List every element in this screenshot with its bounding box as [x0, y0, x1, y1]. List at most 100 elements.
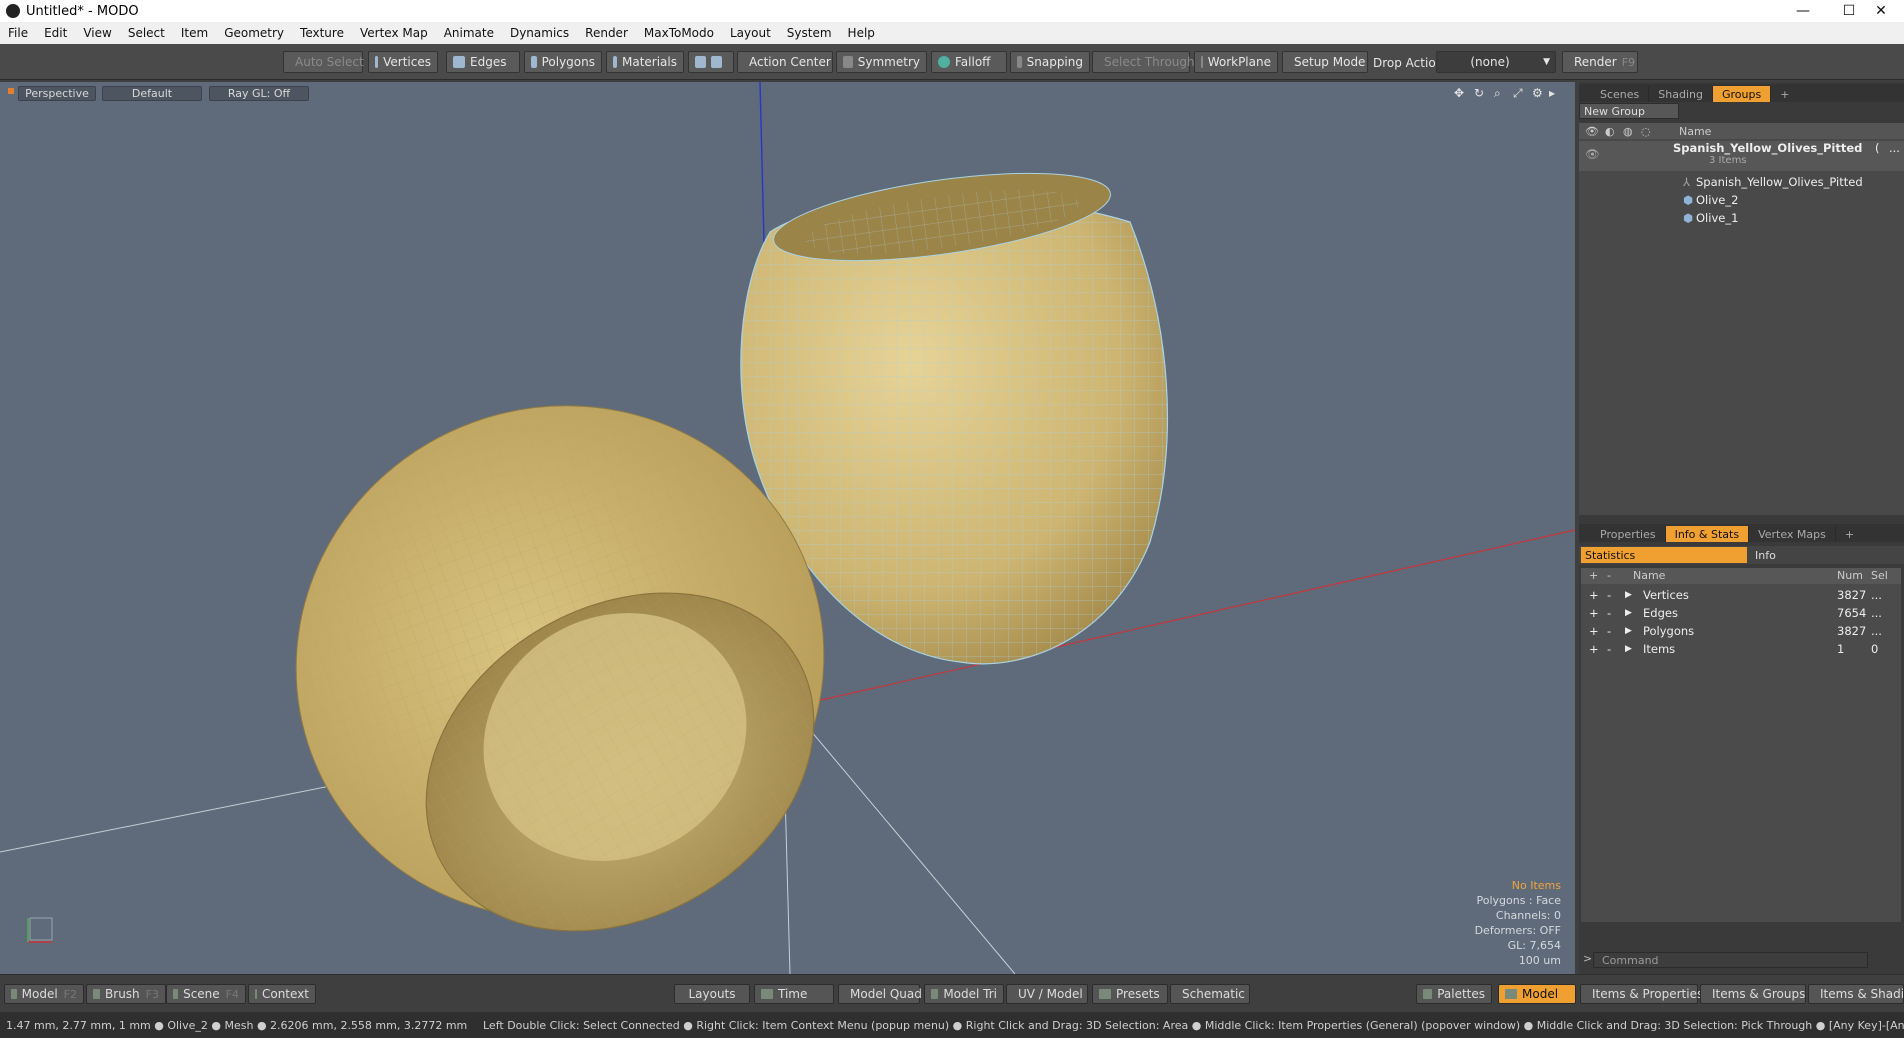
stats-row-polygons[interactable]: + - ▶ Polygons 3827 ...	[1581, 622, 1901, 640]
ground-line-diagonal	[794, 711, 1016, 974]
menu-system[interactable]: System	[779, 26, 840, 40]
snapping-button[interactable]: Snapping	[1010, 51, 1090, 73]
menu-layout[interactable]: Layout	[722, 26, 779, 40]
expand-arrow-icon[interactable]: ▶	[1625, 626, 1632, 636]
polygons-button[interactable]: Polygons	[524, 51, 602, 73]
menu-animate[interactable]: Animate	[436, 26, 502, 40]
tab-groups[interactable]: Groups	[1712, 86, 1772, 102]
shading-style-button[interactable]: Default	[102, 86, 202, 101]
viewport-menu-icon[interactable]	[8, 88, 14, 94]
z-axis-line	[759, 82, 765, 243]
tab-properties[interactable]: Properties	[1591, 526, 1666, 542]
menu-texture[interactable]: Texture	[292, 26, 352, 40]
command-input[interactable]: Command	[1593, 952, 1868, 968]
menu-item[interactable]: Item	[173, 26, 216, 40]
visibility-eye-icon[interactable]: 👁	[1585, 147, 1600, 161]
gear-icon[interactable]: ⚙	[1532, 86, 1543, 100]
status-hints: Left Double Click: Select Connected ● Ri…	[483, 1018, 1904, 1032]
group-child-row[interactable]: ⬢ Olive_1	[1579, 209, 1904, 227]
vertices-button[interactable]: Vertices	[368, 51, 438, 73]
symmetry-button[interactable]: Symmetry	[836, 51, 927, 73]
tab-info[interactable]: Info	[1751, 547, 1776, 563]
rotate-icon[interactable]: ↻	[1474, 86, 1484, 100]
menu-view[interactable]: View	[75, 26, 119, 40]
scene-mode-button[interactable]: Scene F4	[166, 984, 246, 1004]
drop-action-label: Drop Action	[1373, 56, 1444, 70]
symmetry-icon	[843, 56, 853, 68]
expand-arrow-icon[interactable]: ▶	[1625, 608, 1632, 618]
pan-icon[interactable]: ✥	[1454, 86, 1464, 100]
setup-mode-button[interactable]: Setup Mode	[1282, 51, 1368, 73]
chevron-down-icon: ▼	[1543, 57, 1550, 67]
auto-select-button[interactable]: Auto Select	[283, 51, 364, 73]
selection-sets-button[interactable]	[688, 51, 734, 73]
items-properties-button[interactable]: Items & Properties	[1580, 984, 1703, 1004]
presets-button[interactable]: Presets	[1092, 984, 1168, 1004]
expand-arrow-icon[interactable]: ▶	[1625, 590, 1632, 600]
stats-row-vertices[interactable]: + - ▶ Vertices 3827 ...	[1581, 586, 1901, 604]
schematic-button[interactable]: Schematic	[1170, 984, 1250, 1004]
group-child-row[interactable]: ⬢ Olive_2	[1579, 191, 1904, 209]
select-through-button[interactable]: Select Through	[1092, 51, 1195, 73]
group-child-row[interactable]: ⅄ Spanish_Yellow_Olives_Pitted	[1579, 173, 1904, 191]
tab-statistics[interactable]: Statistics	[1581, 547, 1747, 563]
chevron-right-icon[interactable]: ▸	[1549, 86, 1555, 100]
stats-row-items[interactable]: + - ▶ Items 1 0	[1581, 640, 1901, 658]
menu-help[interactable]: Help	[840, 26, 883, 40]
workplane-button[interactable]: WorkPlane	[1194, 51, 1278, 73]
edges-button[interactable]: Edges	[446, 51, 520, 73]
tab-info-stats[interactable]: Info & Stats	[1665, 526, 1750, 542]
brush-mode-button[interactable]: Brush F3	[86, 984, 166, 1004]
minimize-button[interactable]: —	[1780, 0, 1826, 22]
raygl-button[interactable]: Ray GL: Off	[209, 86, 309, 101]
tab-vertex-maps[interactable]: Vertex Maps	[1749, 526, 1836, 542]
tab-scenes[interactable]: Scenes	[1591, 86, 1650, 102]
expand-all-icon[interactable]: +	[1589, 569, 1598, 582]
uv-model-button[interactable]: UV / Model	[1006, 984, 1088, 1004]
action-center-button[interactable]: Action Center	[737, 51, 833, 73]
items-shading-button[interactable]: Items & Shading	[1808, 984, 1904, 1004]
drop-action-dropdown[interactable]: (none) ▼	[1436, 51, 1556, 73]
3d-viewport[interactable]: Perspective Default Ray GL: Off ✥ ↻ ⌕ ⤢ …	[0, 82, 1575, 974]
title-bar: Untitled* - MODO — ☐ ✕	[0, 0, 1904, 22]
fit-icon[interactable]: ⤢	[1513, 86, 1523, 101]
items-groups-button[interactable]: Items & Groups	[1700, 984, 1806, 1004]
collapse-all-icon[interactable]: -	[1607, 569, 1611, 582]
right-panel: Scenes Shading Groups + New Group 👁 ◐ ◍ …	[1579, 82, 1904, 974]
layouts-button[interactable]: Layouts	[674, 984, 750, 1004]
zoom-icon[interactable]: ⌕	[1494, 86, 1501, 101]
falloff-button[interactable]: Falloff	[931, 51, 1007, 73]
time-button[interactable]: Time	[754, 984, 834, 1004]
model-tri-button[interactable]: Model Tri	[924, 984, 1004, 1004]
expand-arrow-icon[interactable]: ▶	[1625, 644, 1632, 654]
tab-shading[interactable]: Shading	[1649, 86, 1713, 102]
menu-dynamics[interactable]: Dynamics	[502, 26, 577, 40]
menu-edit[interactable]: Edit	[36, 26, 75, 40]
close-button[interactable]: ✕	[1858, 0, 1904, 22]
render-button[interactable]: Render F9	[1562, 51, 1638, 73]
menu-vertex-map[interactable]: Vertex Map	[352, 26, 436, 40]
render-column-icon: ◐	[1605, 124, 1615, 138]
model-quad-button[interactable]: Model Quad	[838, 984, 922, 1004]
view-type-button[interactable]: Perspective	[18, 86, 96, 101]
menu-select[interactable]: Select	[120, 26, 173, 40]
group-child-name: Olive_2	[1696, 193, 1739, 207]
stats-row-edges[interactable]: + - ▶ Edges 7654 ...	[1581, 604, 1901, 622]
tree-header: 👁 ◐ ◍ ◌ Name	[1579, 123, 1904, 139]
hud-scale: 100 um	[1518, 954, 1561, 967]
model-mode-button[interactable]: Model F2	[4, 984, 84, 1004]
menu-maxtomodo[interactable]: MaxToModo	[636, 26, 722, 40]
add-tab-button[interactable]: +	[1771, 86, 1798, 102]
group-row-root[interactable]: 👁 Spanish_Yellow_Olives_Pitted ( ... 3 I…	[1579, 141, 1904, 171]
menu-render[interactable]: Render	[577, 26, 636, 40]
materials-button[interactable]: Materials	[606, 51, 684, 73]
menu-geometry[interactable]: Geometry	[216, 26, 292, 40]
menu-file[interactable]: File	[0, 26, 36, 40]
add-tab-button[interactable]: +	[1836, 526, 1863, 542]
model-layout-button[interactable]: Model	[1498, 984, 1576, 1004]
mesh-icon: ⬢	[1683, 193, 1694, 207]
context-button[interactable]: Context	[248, 984, 316, 1004]
name-column-header: Name	[1679, 124, 1712, 138]
new-group-button[interactable]: New Group	[1579, 103, 1679, 119]
palettes-button[interactable]: Palettes	[1416, 984, 1492, 1004]
